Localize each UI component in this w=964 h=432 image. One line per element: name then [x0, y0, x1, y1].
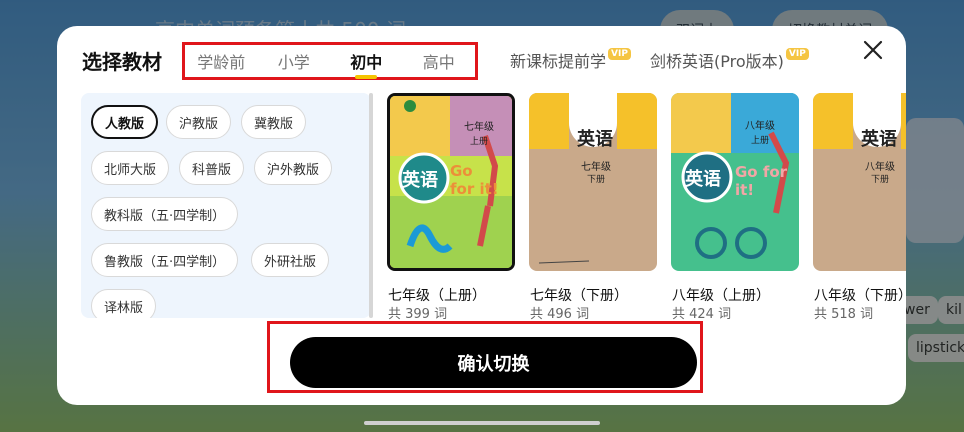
book-word-count: 共 518 词: [814, 307, 874, 322]
publisher-chip[interactable]: 北师大版: [91, 151, 170, 185]
cover-title: 英语: [577, 129, 613, 150]
cover-title: 英语: [685, 169, 721, 190]
publisher-scrollbar[interactable]: [369, 93, 373, 318]
active-tab-indicator: [355, 75, 378, 79]
publisher-chip[interactable]: 教科版（五·四学制）: [91, 197, 239, 231]
publisher-chip[interactable]: 沪外教版: [254, 151, 333, 185]
tab-label: 新课标提前学: [510, 52, 607, 71]
tab-preschool[interactable]: 学龄前: [185, 49, 258, 73]
publisher-chip[interactable]: 科普版: [179, 151, 245, 185]
tab-label: 剑桥英语(Pro版本): [650, 52, 784, 71]
cover-goforit: Go for it!: [450, 162, 499, 198]
book-cover[interactable]: 英语 八年级 下册: [813, 93, 906, 271]
vip-badge: VIP: [785, 48, 809, 60]
publisher-chip[interactable]: 冀教版: [241, 105, 307, 139]
book-cover[interactable]: 英语 七年级 下册: [529, 93, 657, 271]
book-cover[interactable]: 英语 七年级 上册 Go for it!: [387, 93, 515, 271]
book-word-count: 共 496 词: [530, 307, 590, 322]
publisher-chip[interactable]: 外研社版: [251, 243, 330, 277]
book-label: 八年级（上册）: [672, 288, 770, 304]
publisher-panel: 人教版 沪教版 冀教版 北师大版 科普版 沪外教版 教科版（五·四学制） 鲁教版…: [81, 93, 371, 318]
book-word-count: 共 424 词: [672, 307, 732, 322]
book-label: 八年级（下册）: [814, 288, 906, 304]
book-label: 七年级（上册）: [388, 288, 486, 304]
cover-title: 英语: [402, 170, 438, 191]
cover-term: 上册: [751, 136, 770, 146]
book-cover[interactable]: 英语 八年级 上册 Go for it!: [671, 93, 799, 271]
cover-grade: 八年级: [745, 121, 775, 132]
publisher-chip[interactable]: 人教版: [91, 105, 159, 139]
confirm-switch-button[interactable]: 确认切换: [290, 337, 697, 388]
tab-new-curriculum[interactable]: 新课标提前学 VIP: [510, 48, 631, 72]
home-indicator[interactable]: [364, 421, 600, 425]
cover-term: 上册: [470, 137, 489, 147]
tab-junior-high[interactable]: 初中: [330, 49, 403, 79]
cover-title: 英语: [861, 129, 897, 150]
cover-grade: 八年级: [865, 162, 895, 173]
modal-title: 选择教材: [82, 50, 162, 74]
cover-goforit: Go for it!: [735, 163, 788, 199]
tab-senior-high[interactable]: 高中: [403, 49, 476, 73]
cover-grade: 七年级: [464, 122, 494, 133]
cover-term: 下册: [871, 175, 890, 185]
textbook-modal: 选择教材 学龄前 小学 初中 高中 新课标提前学 VIP 剑桥英语(Pro版本)…: [57, 26, 906, 405]
cover-term: 下册: [587, 175, 606, 185]
close-icon[interactable]: [861, 38, 885, 62]
cover-grade: 七年级: [581, 162, 611, 173]
tab-fade: [827, 26, 857, 86]
book-label: 七年级（下册）: [530, 288, 628, 304]
tab-cambridge[interactable]: 剑桥英语(Pro版本) VIP: [650, 48, 809, 72]
publisher-chip[interactable]: 译林版: [91, 289, 157, 318]
publisher-chip[interactable]: 沪教版: [166, 105, 232, 139]
tab-primary[interactable]: 小学: [258, 49, 331, 73]
publisher-chip[interactable]: 鲁教版（五·四学制）: [91, 243, 239, 277]
book-word-count: 共 399 词: [388, 307, 448, 322]
book-illustration: [813, 93, 906, 271]
vip-badge: VIP: [608, 48, 631, 60]
level-tabs: 学龄前 小学 初中 高中: [182, 42, 478, 80]
